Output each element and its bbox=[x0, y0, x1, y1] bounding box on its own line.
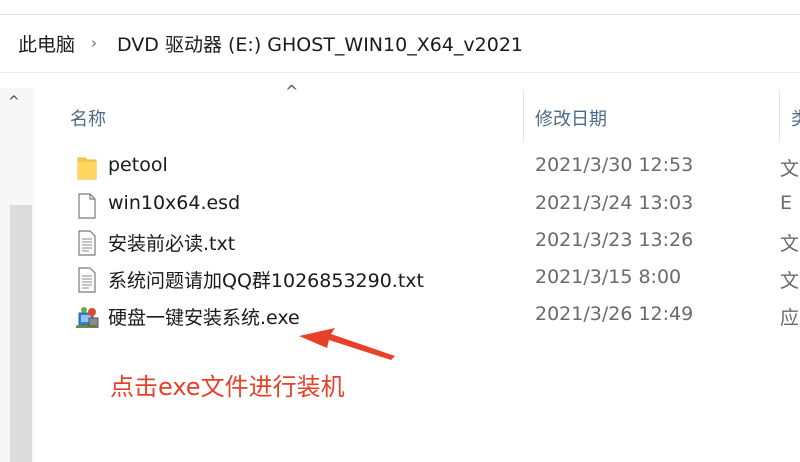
column-divider[interactable] bbox=[523, 90, 524, 142]
file-type: E bbox=[780, 192, 793, 214]
folder-icon bbox=[76, 155, 98, 181]
address-bar[interactable]: 此电脑 › DVD 驱动器 (E:) GHOST_WIN10_X64_v2021 bbox=[0, 15, 800, 73]
scroll-up-arrow-icon[interactable]: ^ bbox=[8, 94, 20, 110]
file-name: win10x64.esd bbox=[108, 192, 241, 214]
file-row-install-readme[interactable]: 安装前必读.txt 2021/3/23 13:26 文 bbox=[70, 226, 800, 260]
installer-exe-icon bbox=[75, 304, 99, 330]
file-name: petool bbox=[108, 154, 168, 176]
column-header-date-modified[interactable]: 修改日期 bbox=[535, 105, 607, 131]
file-name: 硬盘一键安装系统.exe bbox=[108, 307, 300, 329]
window-top-strip bbox=[0, 0, 800, 15]
file-date: 2021/3/24 13:03 bbox=[535, 192, 694, 214]
file-type: 应 bbox=[780, 307, 800, 329]
column-header-name[interactable]: 名称 bbox=[70, 105, 106, 131]
annotation-instruction: 点击exe文件进行装机 bbox=[110, 373, 345, 401]
file-date: 2021/3/23 13:26 bbox=[535, 229, 694, 251]
file-date: 2021/3/26 12:49 bbox=[535, 303, 694, 325]
scrollbar-thumb[interactable] bbox=[10, 205, 32, 462]
file-row-installer-exe[interactable]: 硬盘一键安装系统.exe 2021/3/26 12:49 应 bbox=[70, 300, 800, 334]
file-date: 2021/3/30 12:53 bbox=[535, 154, 694, 176]
breadcrumb-dvd-drive[interactable]: DVD 驱动器 (E:) GHOST_WIN10_X64_v2021 bbox=[117, 30, 523, 57]
file-row-win10x64-esd[interactable]: win10x64.esd 2021/3/24 13:03 E bbox=[70, 189, 800, 223]
text-file-icon bbox=[76, 267, 98, 293]
file-name: 安装前必读.txt bbox=[108, 233, 236, 255]
file-name: 系统问题请加QQ群1026853290.txt bbox=[108, 270, 424, 292]
breadcrumb-this-pc[interactable]: 此电脑 bbox=[18, 30, 75, 57]
text-file-icon bbox=[76, 230, 98, 256]
file-type: 文 bbox=[780, 158, 800, 180]
file-icon bbox=[76, 193, 98, 219]
file-row-petool[interactable]: petool 2021/3/30 12:53 文 bbox=[70, 151, 800, 185]
annotation-arrow-icon bbox=[299, 328, 395, 360]
file-date: 2021/3/15 8:00 bbox=[535, 266, 682, 288]
column-divider[interactable] bbox=[779, 90, 780, 142]
file-type: 文 bbox=[780, 270, 800, 292]
column-header-type[interactable]: 类 bbox=[791, 105, 800, 131]
file-row-qq-group-txt[interactable]: 系统问题请加QQ群1026853290.txt 2021/3/15 8:00 文 bbox=[70, 263, 800, 297]
breadcrumb-separator-icon[interactable]: › bbox=[91, 34, 97, 52]
file-type: 文 bbox=[780, 233, 800, 255]
sort-ascending-icon: ^ bbox=[285, 82, 299, 101]
